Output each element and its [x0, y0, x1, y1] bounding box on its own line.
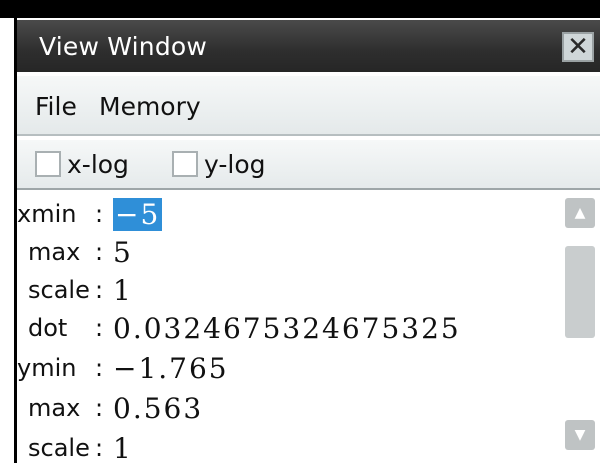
x-log-checkbox[interactable]: [35, 151, 61, 177]
ymin-input[interactable]: −1.765: [113, 352, 229, 385]
close-icon: ✕: [567, 32, 589, 62]
settings-list: xmin : −5 max : 5 scale : 1 dot : 0.0324…: [17, 192, 557, 463]
scroll-thumb[interactable]: [565, 246, 595, 338]
xmin-input[interactable]: −5: [113, 198, 163, 231]
field-label: dot: [28, 314, 68, 342]
field-colon: :: [95, 434, 104, 462]
close-button[interactable]: ✕: [562, 32, 594, 62]
xmax-row: max : 5: [17, 232, 557, 272]
y-log-checkbox[interactable]: [172, 151, 198, 177]
field-label: scale: [28, 434, 90, 462]
menu-memory[interactable]: Memory: [99, 92, 201, 121]
field-colon: :: [95, 200, 104, 228]
log-options-row: x-log y-log: [17, 140, 600, 190]
ymax-input[interactable]: 0.563: [113, 392, 203, 425]
xdot-input[interactable]: 0.0324675324675325: [113, 312, 461, 345]
xscale-input[interactable]: 1: [113, 274, 133, 307]
vertical-scrollbar[interactable]: ▲ ▼: [565, 198, 597, 463]
x-log-label[interactable]: x-log: [67, 150, 129, 179]
scroll-up-button[interactable]: ▲: [565, 198, 595, 228]
field-label: xmin: [17, 200, 77, 228]
menu-file[interactable]: File: [35, 92, 77, 121]
field-label: max: [28, 238, 81, 266]
top-frame-bar: [0, 0, 600, 18]
ymin-row: ymin : −1.765: [17, 348, 557, 388]
scroll-down-button[interactable]: ▼: [565, 420, 595, 450]
title-bar: View Window ✕: [17, 20, 600, 72]
field-colon: :: [95, 354, 104, 382]
yscale-row: scale : 1: [17, 428, 557, 463]
y-log-label[interactable]: y-log: [204, 150, 266, 179]
field-colon: :: [95, 314, 104, 342]
triangle-up-icon: ▲: [574, 205, 586, 221]
xmin-row: xmin : −5: [17, 194, 557, 234]
xmax-input[interactable]: 5: [113, 236, 133, 269]
menu-bar: File Memory: [17, 76, 600, 136]
view-window-dialog: View Window ✕ File Memory x-log y-log xm…: [14, 18, 600, 463]
triangle-down-icon: ▼: [574, 427, 586, 443]
yscale-input[interactable]: 1: [113, 432, 133, 463]
field-colon: :: [95, 394, 104, 422]
field-label: ymin: [17, 354, 77, 382]
xdot-row: dot : 0.0324675324675325: [17, 308, 557, 348]
ymax-row: max : 0.563: [17, 388, 557, 428]
field-colon: :: [95, 276, 104, 304]
window-title: View Window: [39, 32, 208, 61]
field-label: max: [28, 394, 81, 422]
field-colon: :: [95, 238, 104, 266]
xscale-row: scale : 1: [17, 270, 557, 310]
field-label: scale: [28, 276, 90, 304]
